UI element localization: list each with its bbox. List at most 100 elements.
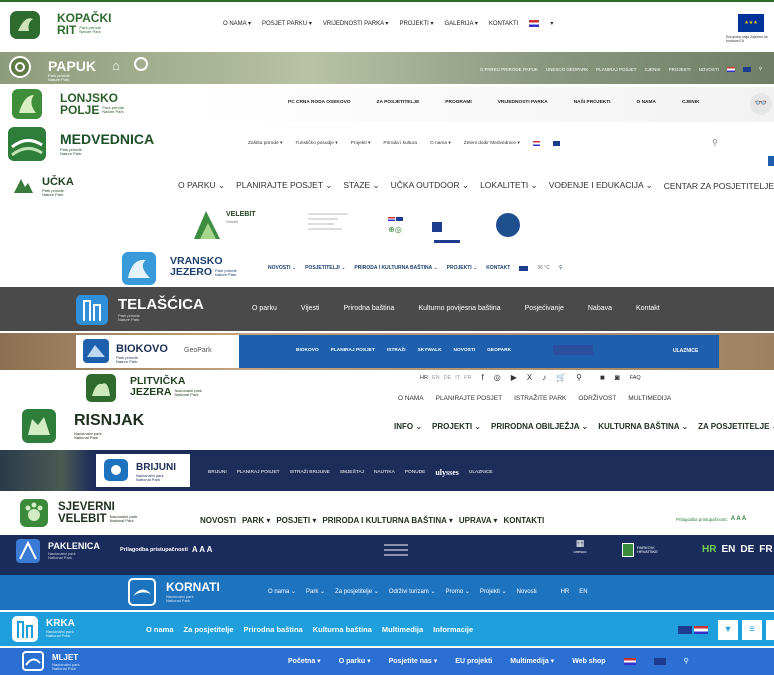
medvednica-name[interactable]: MEDVEDNICA [60, 131, 154, 147]
language-flag-icon[interactable] [694, 626, 708, 634]
papuk-nav-item[interactable]: PLANIRAJ POSJET [596, 67, 636, 72]
search-icon[interactable]: ⚲ [712, 138, 718, 147]
lonjsko-nav-item[interactable]: O NAMA [637, 100, 656, 105]
lonjsko-nav-item[interactable]: NAŠI PROJEKTI [574, 100, 611, 105]
krka-nav-item[interactable]: Multimedija [382, 625, 423, 634]
cart-icon[interactable]: ▾ [718, 620, 738, 640]
hamburger-menu-icon[interactable] [384, 541, 408, 559]
plitvicka-nav-item[interactable]: ODRŽIVOST [578, 395, 616, 402]
sjeverni-nav-item[interactable]: KONTAKTI [503, 516, 544, 525]
mljet-nav-item[interactable]: Početna ▾ [288, 657, 321, 665]
brijuni-nav-item[interactable]: SMJEŠTAJ [340, 470, 364, 475]
vransko-logo-text[interactable]: VRANSKO JEZERO Park prirode Nature Park [170, 256, 239, 278]
telascica-name[interactable]: TELAŠĆICA [118, 296, 204, 313]
krka-name[interactable]: KRKA [46, 618, 75, 629]
x-icon[interactable]: X [527, 373, 532, 382]
menu-icon[interactable]: ≡ [742, 620, 762, 640]
facebook-icon[interactable]: f [481, 373, 483, 382]
ucka-nav-item[interactable]: UČKA OUTDOOR ⌄ [391, 180, 469, 191]
medvednica-nav-item[interactable]: Zaštita prirode ▾ [248, 141, 282, 146]
vransko-nav-item[interactable]: POSJETITELJI ⌄ [305, 265, 345, 271]
kornati-nav-item[interactable]: Za posjetitelje ⌄ [335, 588, 379, 595]
search-icon[interactable]: ⚲ [759, 66, 762, 72]
kornati-nav-item[interactable]: O nama ⌄ [268, 588, 296, 595]
ucka-logo-icon[interactable] [12, 175, 34, 197]
papuk-nav-item[interactable]: CJENIK [645, 67, 661, 72]
telascica-nav-item[interactable]: Posjećivanje [525, 305, 564, 312]
language-flag-icon[interactable] [529, 20, 540, 27]
telascica-nav-item[interactable]: Vijesti [301, 305, 320, 312]
video-icon[interactable]: ■ [600, 373, 605, 382]
sjeverni-nav-item[interactable]: PARK ▾ [242, 516, 270, 525]
lonjsko-nav-item[interactable]: PC CRNA RODA OSEKOVO [288, 100, 351, 105]
biokovo-logo-icon[interactable] [83, 339, 109, 363]
search-icon[interactable]: ⚲ [684, 657, 689, 665]
sjeverni-nav-item[interactable]: POSJETI ▾ [276, 516, 316, 525]
mljet-nav-item[interactable]: Multimedija ▾ [510, 657, 554, 665]
sjeverni-nav-item[interactable]: NOVOSTI [200, 516, 236, 525]
risnjak-nav-item[interactable]: ZA POSJETITELJE ⌄ [698, 422, 774, 431]
papuk-nav-item[interactable]: PROJEKTI [669, 67, 691, 72]
mljet-nav-item[interactable]: Posjetite nas ▾ [389, 657, 438, 665]
sjeverni-nav-item[interactable]: UPRAVA ▾ [459, 516, 498, 525]
brijuni-nav-item[interactable]: ISTRAŽI BRIJUNE [290, 470, 330, 475]
language-flag-icon[interactable] [396, 217, 403, 221]
telascica-logo-icon[interactable] [76, 295, 108, 325]
brijuni-logo-icon[interactable] [104, 459, 128, 481]
biokovo-nav-item[interactable]: PLANIRAJ POSJET [331, 348, 375, 353]
biokovo-nav-item[interactable]: GEOPARK [487, 348, 511, 353]
velebit-logo-icon[interactable] [192, 207, 222, 241]
plitvicka-nav-item[interactable]: MULTIMEDIJA [628, 395, 671, 402]
font-size-toggle[interactable]: A A A [192, 545, 213, 554]
lonjsko-nav-item[interactable]: CJENIK [682, 100, 700, 105]
paklenica-logo-icon[interactable] [16, 539, 40, 563]
lang-item[interactable]: DE [740, 544, 754, 555]
kornati-name[interactable]: KORNATI [166, 580, 220, 594]
lang-item[interactable]: IT [455, 375, 460, 381]
papuk-nav-item[interactable]: UNESCO GEOPARK [546, 67, 588, 72]
plitvicka-nav-item[interactable]: ISTRAŽITE PARK [514, 395, 566, 402]
papuk-name[interactable]: PAPUK [48, 58, 96, 74]
ulaznice-button[interactable]: ULAZNICE [673, 348, 698, 354]
lang-item[interactable]: EN [432, 375, 440, 381]
kopacki-nav-item[interactable]: O NAMA ▾ [223, 20, 251, 27]
kopacki-nav-item[interactable]: VRIJEDNOSTI PARKA ▾ [323, 20, 389, 27]
krka-nav-item[interactable]: Kulturna baština [313, 625, 372, 634]
krka-nav-item[interactable]: O nama [146, 625, 174, 634]
search-icon[interactable]: ⚲ [559, 265, 563, 271]
telascica-nav-item[interactable]: Prirodna baština [343, 305, 394, 312]
telascica-nav-item[interactable]: Nabava [588, 305, 612, 312]
ucka-nav-item[interactable]: VOĐENJE I EDUKACIJA ⌄ [549, 180, 653, 191]
ulysses-logo[interactable]: ulysses [435, 468, 459, 477]
language-flag-icon[interactable] [678, 626, 692, 634]
lonjsko-nav-item[interactable]: PROGRAMI [445, 100, 471, 105]
kornati-nav-item[interactable]: Park ⌄ [306, 588, 325, 595]
mljet-nav-item[interactable]: Web shop [572, 658, 605, 665]
vransko-nav-item[interactable]: NOVOSTI ⌄ [268, 265, 296, 271]
risnjak-name[interactable]: RISNJAK [74, 412, 144, 430]
lang-item[interactable]: HR [561, 589, 570, 595]
cart-icon[interactable]: 🛒 [556, 373, 566, 382]
telascica-nav-item[interactable]: Kulturno povijesna baština [418, 305, 500, 312]
krka-nav-item[interactable]: Informacije [433, 625, 473, 634]
ulaznice-button[interactable]: ULAZNICE [469, 470, 493, 475]
kornati-nav-item[interactable]: Promo ⌄ [446, 588, 470, 595]
vransko-nav-item[interactable]: KONTAKT [486, 265, 510, 271]
plitvicka-logo-text[interactable]: PLITVIČKA JEZERA Nacionalni park Nationa… [130, 376, 204, 398]
lang-item[interactable]: FR [759, 544, 772, 555]
paklenica-name[interactable]: PAKLENICA [48, 541, 100, 551]
kopacki-logo-text[interactable]: KOPAČKI RIT Park prirode Nature Park [57, 12, 111, 36]
medvednica-nav-item[interactable]: Zeleni dodir Medvednice ▾ [464, 141, 520, 146]
medvednica-nav-item[interactable]: Projekti ▾ [351, 141, 371, 146]
binoculars-icon[interactable]: 👓 [750, 93, 772, 115]
risnjak-nav-item[interactable]: PRIRODNA OBILJEŽJA ⌄ [491, 422, 588, 431]
kopacki-nav-item[interactable]: POSJET PARKU ▾ [262, 20, 312, 27]
papuk-nav-item[interactable]: O PARKU PRIRODE PAPUK [480, 67, 538, 72]
brijuni-nav-item[interactable]: PONUDE [405, 470, 426, 475]
mljet-logo-icon[interactable] [22, 651, 44, 671]
search-icon[interactable]: ⚲ [576, 373, 582, 382]
risnjak-nav-item[interactable]: PROJEKTI ⌄ [432, 422, 481, 431]
plitvicka-nav-item[interactable]: O NAMA [398, 395, 424, 402]
ucka-nav-item[interactable]: LOKALITETI ⌄ [480, 180, 538, 191]
camera-icon[interactable]: ◙ [615, 373, 620, 382]
